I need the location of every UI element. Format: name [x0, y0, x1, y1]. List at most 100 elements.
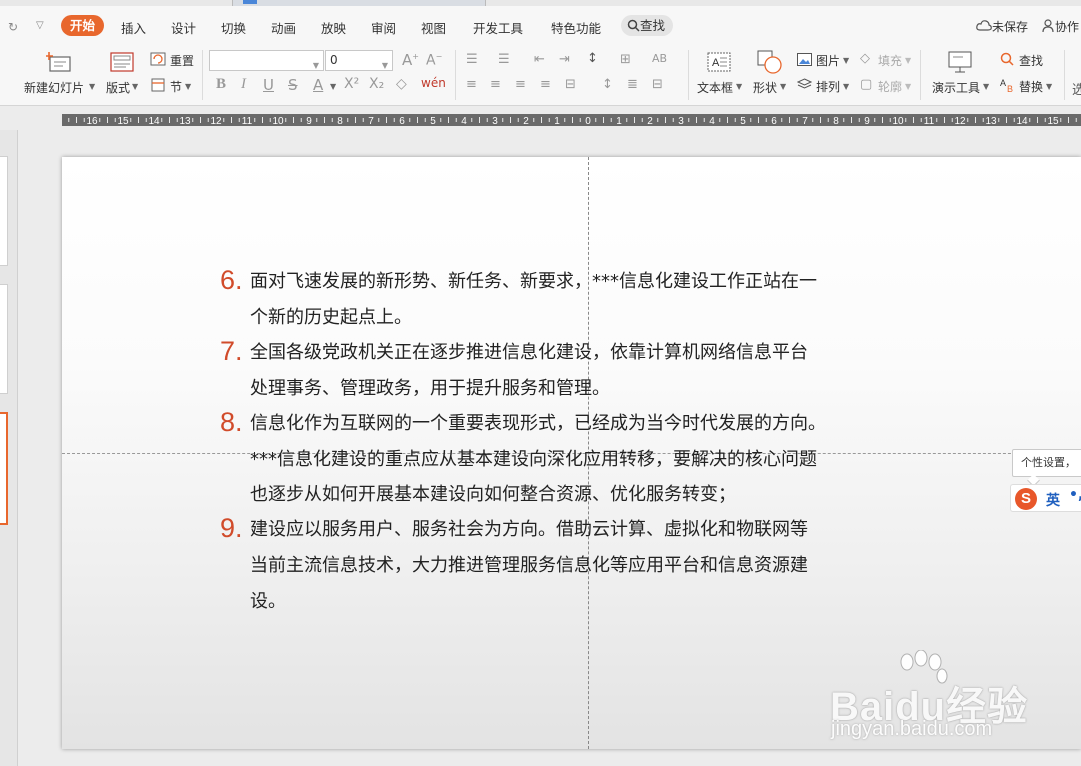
- shrink-font-icon[interactable]: A−: [426, 52, 442, 69]
- tab-slideshow[interactable]: 放映: [321, 18, 346, 37]
- italic-icon[interactable]: I: [241, 76, 246, 93]
- tab-insert[interactable]: 插入: [121, 18, 146, 37]
- present-tools-label: 演示工具: [932, 81, 981, 95]
- replace-dropdown-icon: ▼: [1046, 82, 1053, 91]
- item-text-line: 个新的历史起点上。: [250, 307, 412, 328]
- text-direction-icon[interactable]: AB: [652, 52, 667, 65]
- item-number: 7.: [220, 336, 243, 366]
- cloud-icon: [976, 20, 992, 31]
- ime-punctuation-toggle[interactable]: •,: [1069, 487, 1081, 503]
- columns-icon[interactable]: ⊞: [620, 52, 631, 67]
- item-text-line: ***信息化建设的重点应从基本建设向深化应用转移，要解决的核心问题: [250, 449, 817, 470]
- line-spacing-icon[interactable]: ↕: [602, 77, 613, 92]
- decrease-indent-icon[interactable]: ⇤: [534, 52, 545, 67]
- item-text-line: 处理事务、管理政务，用于提升服务和管理。: [250, 378, 610, 399]
- menu-search[interactable]: 查找: [621, 15, 673, 36]
- ribbon-overflow-icon[interactable]: 选: [1072, 79, 1081, 98]
- font-size-value: 0: [330, 53, 338, 67]
- ruler-label: 8: [833, 116, 839, 126]
- tab-design[interactable]: 设计: [171, 18, 196, 37]
- picture-icon: [797, 53, 812, 66]
- numbered-list-icon[interactable]: ☰: [498, 52, 510, 67]
- pinyin-guide-icon[interactable]: wén: [421, 76, 446, 90]
- fill-dropdown-icon: ▼: [905, 56, 912, 65]
- outline-dropdown-icon: ▼: [905, 82, 912, 91]
- text-align-vertical-icon[interactable]: ⊟: [652, 77, 663, 92]
- ruler-label: 1: [616, 116, 622, 126]
- align-center-icon[interactable]: ≡: [490, 77, 501, 92]
- ruler-label: 5: [740, 116, 746, 126]
- increase-indent-icon[interactable]: ⇥: [559, 52, 570, 67]
- item-number: 6.: [220, 265, 243, 295]
- ruler-label: 2: [647, 116, 653, 126]
- paragraph-spacing-icon[interactable]: ≣: [627, 77, 638, 92]
- justify-icon[interactable]: ≡: [540, 77, 551, 92]
- ruler-label: 2: [523, 116, 529, 126]
- shape-icon: [757, 50, 782, 74]
- sogou-ime-icon[interactable]: S: [1015, 488, 1037, 510]
- font-name-field[interactable]: ▼: [209, 50, 324, 71]
- item-text-line: 信息化作为互联网的一个重要表现形式，已经成为当今时代发展的方向。: [250, 413, 826, 434]
- document-tab-icon: [243, 0, 257, 4]
- svg-text:A: A: [1000, 78, 1006, 88]
- ribbon-separator: [688, 50, 689, 100]
- reset-label: 重置: [170, 54, 195, 68]
- item-text-line: 建设应以服务用户、服务社会为方向。借助云计算、虚拟化和物联网等: [250, 519, 808, 540]
- slide-thumbnail[interactable]: [0, 284, 8, 394]
- tab-view[interactable]: 视图: [421, 18, 446, 37]
- distribute-icon[interactable]: ⊟: [565, 77, 576, 92]
- tab-transition[interactable]: 切换: [221, 18, 246, 37]
- textbox-label: 文本框: [697, 81, 734, 95]
- present-tools-dropdown-icon: ▼: [983, 82, 990, 91]
- bullet-list-icon[interactable]: ☰: [466, 52, 478, 67]
- ime-language-toggle[interactable]: 英: [1046, 490, 1060, 510]
- layout-dropdown-icon: ▼: [132, 82, 139, 91]
- presentation-icon: [948, 51, 972, 73]
- bold-icon[interactable]: B: [216, 76, 226, 93]
- layout-icon: [110, 52, 134, 72]
- align-right-icon[interactable]: ≡: [515, 77, 526, 92]
- svg-text:B: B: [1007, 84, 1013, 92]
- ruler-label: 16: [86, 116, 98, 126]
- tab-developer[interactable]: 开发工具: [473, 18, 523, 37]
- subscript-icon[interactable]: X₂: [369, 76, 384, 92]
- horizontal-ruler[interactable]: 16 15 14 13 12 11 10 9 8 7 6 5 4 3 2 1 0 1 2 3 4 5 6 7 8 9 10 11 12 1…: [62, 114, 1081, 126]
- ime-toolbar[interactable]: S 英 •,: [1010, 484, 1081, 512]
- ruler-label: 14: [148, 116, 160, 126]
- ruler-label: 6: [399, 116, 405, 126]
- ruler-label: 7: [368, 116, 374, 126]
- ruler-label: 3: [678, 116, 684, 126]
- font-color-dropdown-icon[interactable]: ▼: [330, 82, 336, 91]
- superscript-icon[interactable]: X²: [344, 76, 359, 92]
- strikethrough-icon[interactable]: S: [288, 76, 298, 94]
- search-icon: [627, 19, 640, 32]
- sort-text-icon[interactable]: ↕: [587, 51, 598, 66]
- picture-label: 图片: [816, 54, 841, 68]
- tab-animation[interactable]: 动画: [271, 18, 296, 37]
- tab-special[interactable]: 特色功能: [551, 18, 601, 37]
- font-color-icon[interactable]: A: [313, 76, 323, 94]
- fill-label: 填充: [878, 54, 903, 68]
- align-left-icon[interactable]: ≡: [466, 77, 477, 92]
- ruler-label: 15: [117, 116, 129, 126]
- font-size-field[interactable]: 0 ▼: [325, 50, 393, 71]
- replace-icon: AB: [1000, 78, 1013, 92]
- tab-review[interactable]: 审阅: [371, 18, 396, 37]
- textbox-icon: A: [707, 52, 731, 72]
- slide-thumbnail-current[interactable]: [0, 412, 8, 525]
- underline-icon[interactable]: U: [263, 76, 274, 94]
- cloud-save-status[interactable]: 未保存: [976, 18, 1028, 35]
- arrange-icon: [797, 78, 812, 89]
- clear-format-icon[interactable]: ◇: [396, 76, 407, 92]
- redo-icon[interactable]: ↻: [8, 20, 18, 34]
- collab-button[interactable]: 协作: [1042, 18, 1079, 35]
- ribbon: 新建幻灯片 ▼ 版式 ▼ 重置 节 ▼ ▼ 0 ▼ A+ A− B I U S A…: [0, 44, 1081, 106]
- slide-thumbnail-panel[interactable]: [0, 130, 18, 766]
- quick-access-dropdown-icon[interactable]: ▽: [36, 20, 44, 31]
- slide-thumbnail[interactable]: [0, 156, 8, 266]
- menu-search-label: 查找: [640, 18, 666, 33]
- picture-dropdown-icon: ▼: [843, 56, 850, 65]
- font-name-dropdown-icon: ▼: [312, 61, 319, 70]
- tab-home[interactable]: 开始: [61, 15, 104, 36]
- grow-font-icon[interactable]: A+: [402, 51, 419, 69]
